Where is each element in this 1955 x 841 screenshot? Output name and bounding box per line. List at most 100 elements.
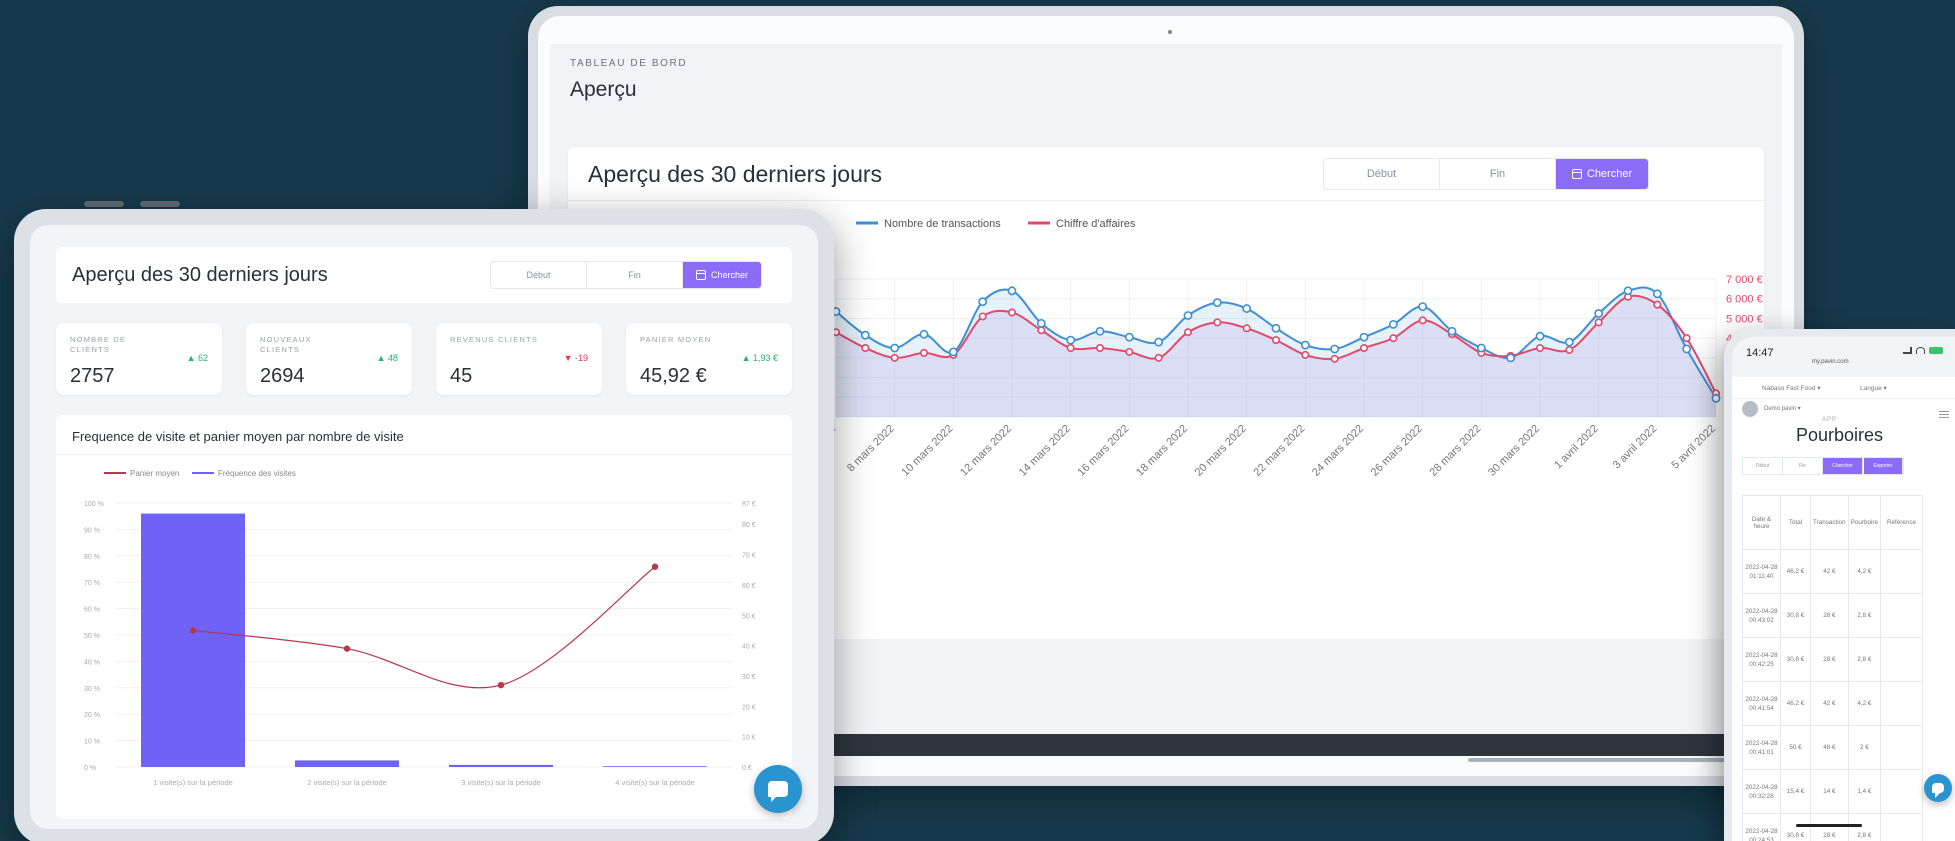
x-tick-label: 10 mars 2022	[899, 423, 955, 479]
chat-button[interactable]	[754, 765, 802, 813]
point-transactions	[1036, 318, 1046, 328]
table-row[interactable]: 2022-04-28 00:41:01 50 €48 €2 €	[1742, 725, 1923, 770]
table-cell: 2,8 €	[1847, 813, 1881, 841]
point-transactions	[1506, 353, 1516, 363]
table-cell: 4,2 €	[1847, 681, 1881, 726]
start-date-field[interactable]: Début	[1743, 458, 1783, 474]
camera-dot	[1168, 30, 1172, 34]
table-row[interactable]: 2022-04-28 00:24:53 30,8 €28 €2,8 €	[1742, 813, 1923, 841]
table-cell: 46,2 €	[1780, 549, 1811, 594]
kpi-label: REVENUS CLIENTS	[450, 335, 539, 344]
bar-frequency	[295, 760, 399, 767]
table-row[interactable]: 2022-04-28 00:43:02 30,8 €28 €2,8 €	[1742, 593, 1923, 638]
search-button[interactable]: Chercher	[683, 262, 761, 288]
avatar[interactable]	[1742, 401, 1758, 417]
point-transactions	[1535, 331, 1545, 341]
start-date-field[interactable]: Début	[491, 262, 587, 288]
point-revenue	[890, 353, 899, 362]
point-revenue	[1066, 344, 1075, 353]
table-row[interactable]: 2022-04-28 00:32:28 15,4 €14 €1,4 €	[1742, 769, 1923, 814]
point-revenue	[861, 344, 870, 353]
x-tick-label: 28 mars 2022	[1427, 423, 1483, 479]
point-transactions	[890, 343, 900, 353]
y-right-tick-label: 87 €	[742, 501, 756, 508]
table-cell: 1,4 €	[1847, 769, 1881, 814]
table-cell: 2022-04-28 00:41:54	[1742, 681, 1781, 726]
y-right-tick-label: 30 €	[742, 674, 756, 681]
chat-button[interactable]	[1924, 774, 1952, 802]
start-date-field[interactable]: Début	[1324, 159, 1440, 189]
point-revenue	[1682, 334, 1691, 343]
browser-url: my.pavin.com	[1812, 359, 1849, 365]
page-title: Aperçu	[570, 78, 637, 101]
search-button[interactable]: Chercher	[1556, 159, 1648, 189]
y-left-tick-label: 0 %	[84, 765, 96, 772]
y-right-tick-label: 70 €	[742, 553, 756, 560]
point-basket	[651, 563, 659, 570]
table-row[interactable]: 2022-04-28 00:41:54 46,2 €42 €4,2 €	[1742, 681, 1923, 726]
point-revenue	[1359, 344, 1368, 353]
user-menu[interactable]: Demo pavin ▾	[1764, 405, 1801, 412]
column-header[interactable]: Pourboire	[1847, 495, 1881, 550]
hamburger-menu-icon[interactable]	[1939, 411, 1949, 418]
x-tick-label: 16 mars 2022	[1075, 423, 1131, 479]
status-icons	[1903, 347, 1943, 354]
search-button-label: Chercher	[710, 270, 748, 280]
table-cell: 2022-04-28 00:43:02	[1742, 593, 1781, 638]
y-left-tick-label: 90 %	[84, 527, 100, 534]
point-revenue	[1653, 300, 1662, 309]
legend-label-basket: Panier moyen	[130, 469, 179, 478]
end-date-field[interactable]: Fin	[1440, 159, 1556, 189]
point-basket	[343, 645, 351, 652]
restaurant-selector[interactable]: Nabaso Fast Food ▾	[1762, 384, 1821, 392]
column-header[interactable]: Transaction	[1810, 495, 1849, 550]
point-revenue	[1389, 334, 1398, 343]
point-transactions	[1564, 337, 1574, 347]
end-date-field[interactable]: Fin	[587, 262, 683, 288]
table-cell: 28 €	[1810, 593, 1849, 638]
point-transactions	[1095, 326, 1105, 336]
column-header[interactable]: Référence	[1879, 495, 1923, 550]
point-revenue	[1565, 345, 1574, 354]
table-cell: 2022-04-28 00:32:28	[1742, 769, 1781, 814]
search-button[interactable]: Chercher	[1823, 458, 1863, 474]
battery-icon	[1929, 347, 1943, 354]
x-tick-label: 12 mars 2022	[958, 423, 1014, 479]
overview-card-header: Aperçu des 30 derniers jours Début Fin C…	[568, 147, 1764, 201]
table-cell: 14 €	[1810, 769, 1849, 814]
table-cell: 2022-04-28 00:41:01	[1742, 725, 1781, 770]
point-revenue	[1271, 336, 1280, 345]
point-revenue	[1535, 344, 1544, 353]
language-selector[interactable]: Langue ▾	[1860, 384, 1887, 392]
table-cell: 28 €	[1810, 637, 1849, 682]
table-cell	[1879, 549, 1923, 594]
export-button[interactable]: Exporter	[1863, 458, 1903, 474]
column-header[interactable]: Date & heure	[1742, 495, 1781, 550]
table-cell: 28 €	[1810, 813, 1849, 841]
table-cell: 30,8 €	[1780, 593, 1811, 638]
end-date-field[interactable]: Fin	[1783, 458, 1823, 474]
frequency-card: Frequence de visite et panier moyen par …	[56, 415, 792, 819]
table-cell: 30,8 €	[1780, 813, 1811, 841]
table-cell	[1879, 637, 1923, 682]
legend-label-revenue: Chiffre d'affaires	[1056, 218, 1136, 230]
x-tick-label: 14 mars 2022	[1017, 423, 1073, 479]
x-tick-label: 22 mars 2022	[1251, 423, 1307, 479]
area-revenue	[836, 295, 1716, 417]
kpi-value: 45	[450, 365, 473, 387]
column-header[interactable]: Total	[1780, 495, 1811, 550]
line-basket	[192, 566, 656, 689]
point-transactions	[1124, 332, 1134, 342]
table-row[interactable]: 2022-04-28 00:42:25 30,8 €28 €2,8 €	[1742, 637, 1923, 682]
kpi-value: 2757	[70, 365, 115, 387]
phone-device: 14:47 my.pavin.com Nabaso Fast Food ▾ La…	[1724, 329, 1955, 841]
point-transactions	[1300, 340, 1310, 350]
table-row[interactable]: 2022-04-28 01:11:40 46,2 €42 €4,2 €	[1742, 549, 1923, 594]
tablet-button	[140, 201, 180, 207]
point-revenue	[1242, 324, 1251, 333]
y-right-tick-label: 20 €	[742, 704, 756, 711]
point-transactions	[1711, 393, 1721, 403]
y-left-tick-label: 40 %	[84, 659, 100, 666]
search-button-label: Chercher	[1586, 168, 1633, 180]
x-tick-label: 3 visite(s) sur la période	[461, 778, 541, 787]
